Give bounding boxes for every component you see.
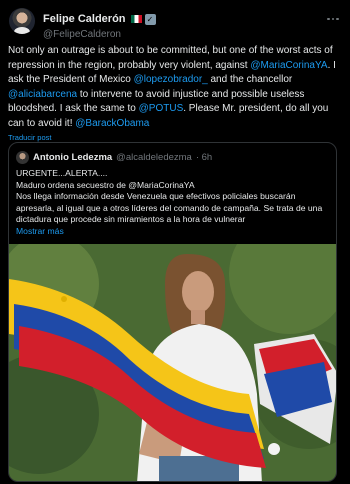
quoted-author-name[interactable]: Antonio Ledezma: [33, 152, 112, 163]
quoted-line-1: URGENTE...ALERTA....: [16, 168, 108, 178]
quoted-tweet[interactable]: Antonio Ledezma @alcaldeledezma · 6h URG…: [8, 142, 337, 482]
mexico-flag-icon: [130, 15, 142, 23]
mention-link[interactable]: @aliciabarcena: [8, 89, 77, 100]
mention-link[interactable]: @BarackObama: [75, 118, 149, 129]
quoted-author-handle[interactable]: @alcaldeledezma: [116, 152, 192, 163]
tweet-text: Not only an outrage is about to be commi…: [8, 44, 345, 131]
quoted-tweet-photo[interactable]: [9, 244, 336, 481]
quoted-author-avatar[interactable]: [16, 150, 29, 164]
author-name-text: Felipe Calderón: [43, 13, 126, 25]
author-names: Felipe Calderón ✓ @FelipeCalderon: [43, 9, 156, 40]
tweet-text-segment: and the chancellor: [207, 74, 293, 85]
photo-illustration: [9, 244, 336, 481]
show-more-link[interactable]: Mostrar más: [16, 226, 329, 238]
quoted-line-3: Nos llega información desde Venezuela qu…: [16, 191, 323, 225]
mention-link[interactable]: @lopezobrador_: [134, 74, 208, 85]
mention-link[interactable]: @MariaCorinaYA: [250, 60, 327, 71]
quoted-tweet-text: URGENTE...ALERTA.... Maduro ordena secue…: [9, 165, 336, 238]
quoted-tweet-time: · 6h: [195, 151, 213, 163]
verified-badge-icon[interactable]: ✓: [144, 13, 156, 25]
more-options-icon[interactable]: [325, 12, 341, 26]
author-handle[interactable]: @FelipeCalderon: [43, 29, 156, 40]
quoted-tweet-header: Antonio Ledezma @alcaldeledezma · 6h: [9, 143, 336, 165]
author-avatar[interactable]: [9, 8, 35, 34]
mention-link[interactable]: @POTUS: [139, 103, 184, 114]
author-name[interactable]: Felipe Calderón ✓: [43, 13, 156, 25]
tweet-header: Felipe Calderón ✓ @FelipeCalderon: [8, 6, 342, 40]
translate-post-link[interactable]: Traducir post: [8, 133, 342, 142]
quoted-line-2: Maduro ordena secuestro de @MariaCorinaY…: [16, 179, 195, 190]
